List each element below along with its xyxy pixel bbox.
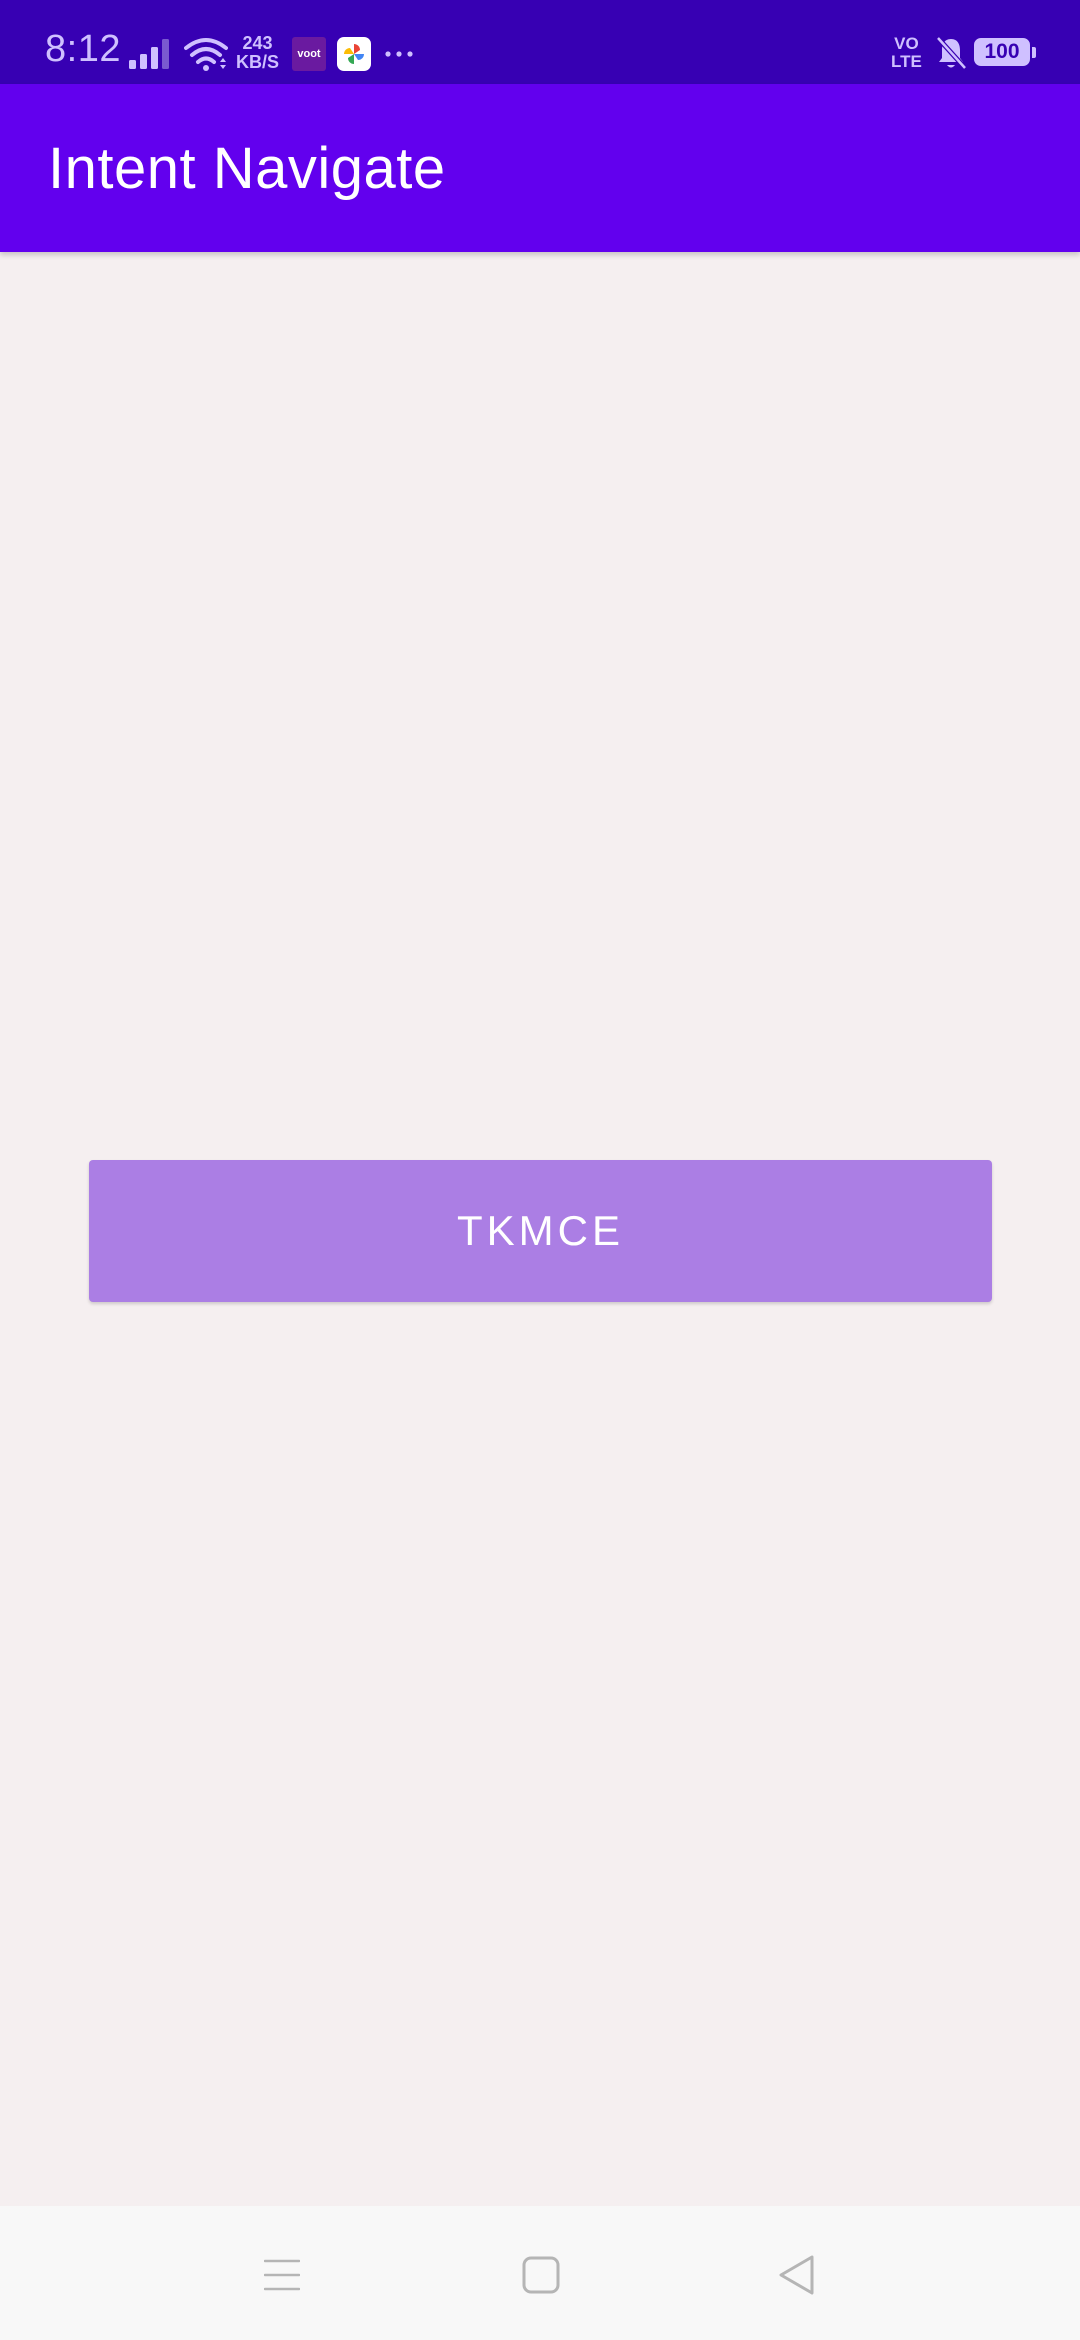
pinwheel-icon (344, 44, 364, 64)
battery-icon: 100 (974, 38, 1036, 68)
network-speed-value: 243 (242, 33, 273, 53)
photos-app-icon (337, 37, 371, 71)
network-speed: 243 KB/S (236, 34, 279, 72)
home-icon[interactable] (522, 2256, 560, 2294)
battery-tip (1032, 47, 1036, 58)
wifi-icon (184, 38, 228, 71)
network-speed-unit: KB/S (236, 52, 280, 72)
back-icon[interactable] (776, 2254, 816, 2296)
tkmce-button[interactable]: TKMCE (89, 1160, 992, 1302)
main-content: TKMCE (0, 252, 1080, 2206)
voot-label: voot (297, 48, 321, 60)
battery-level: 100 (984, 40, 1020, 63)
menu-icon[interactable] (264, 2258, 300, 2292)
voot-app-icon: voot (292, 37, 326, 71)
bell-off-icon (936, 36, 967, 70)
navigation-bar (0, 2206, 1080, 2340)
app-title: Intent Navigate (48, 136, 446, 201)
more-icon (385, 51, 413, 57)
app-bar: Intent Navigate (0, 84, 1080, 252)
status-bar: 8:12 243 KB/S voot VO LTE 100 (0, 0, 1080, 84)
volte-indicator: VO LTE (891, 35, 922, 71)
signal-icon (129, 39, 169, 69)
status-time: 8:12 (45, 28, 121, 70)
volte-top: VO (894, 34, 919, 53)
volte-bottom: LTE (891, 52, 922, 71)
